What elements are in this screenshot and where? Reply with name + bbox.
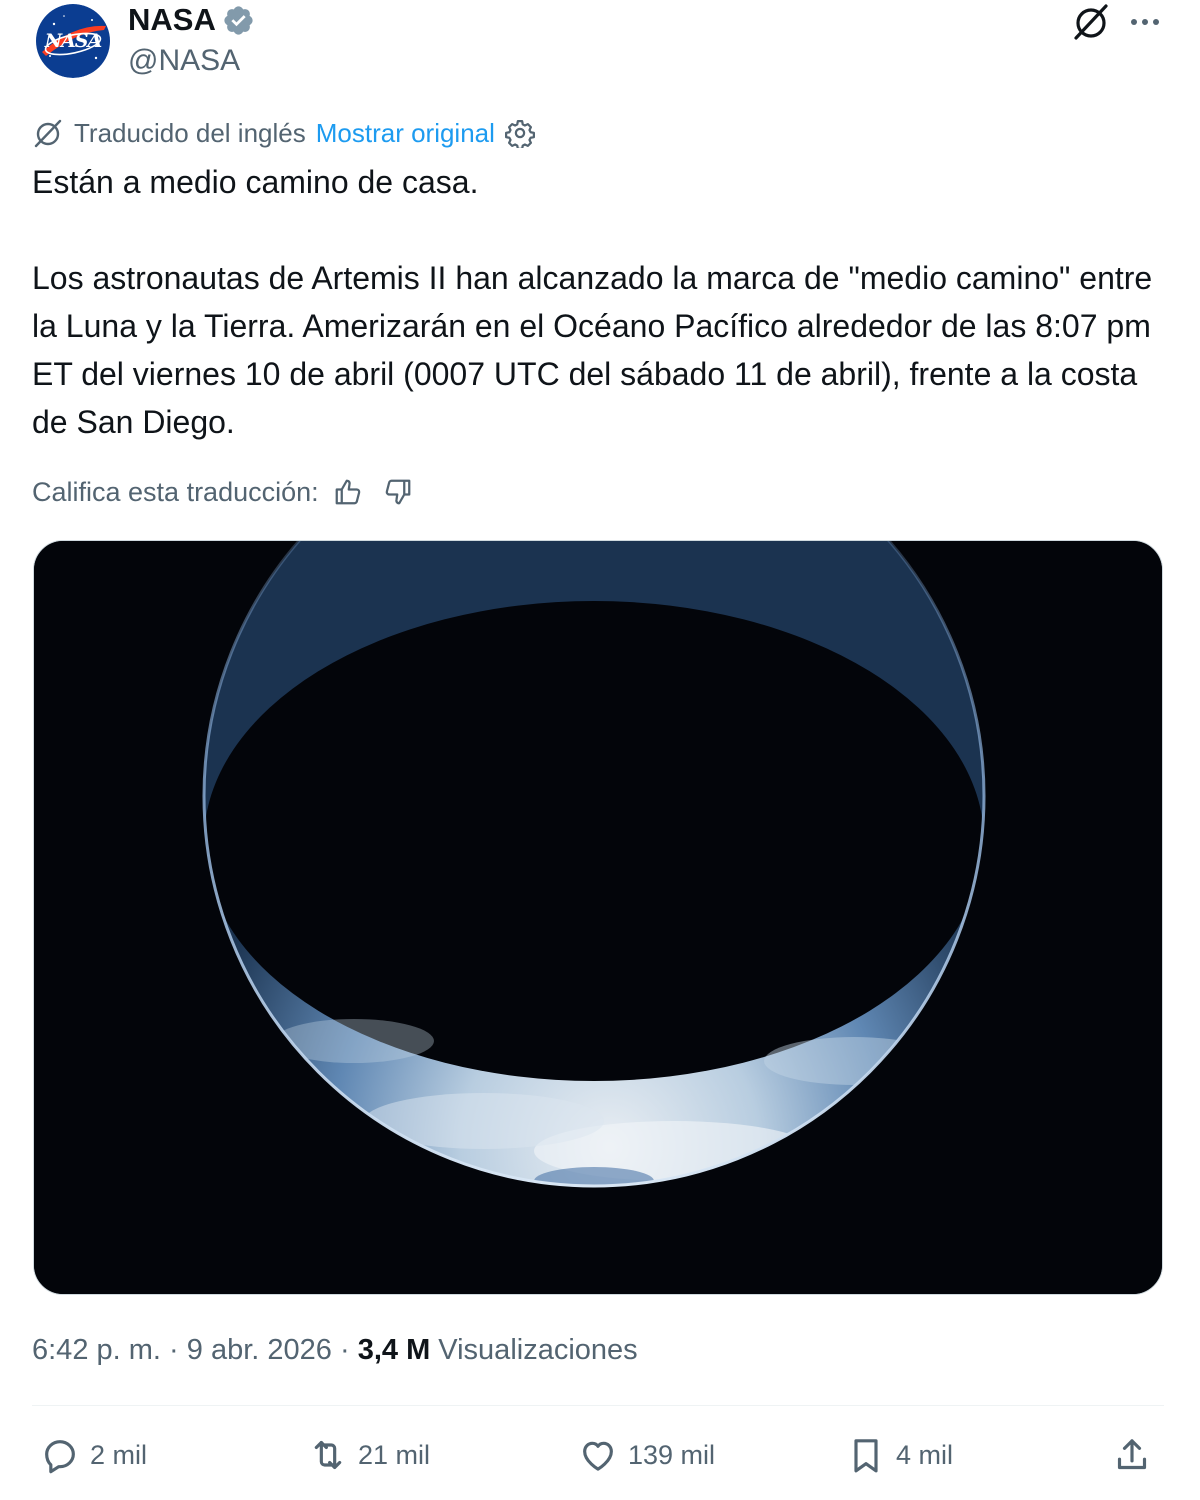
- translated-from-label: Traducido del inglés: [74, 117, 306, 148]
- earth-crescent-illustration: [34, 541, 1162, 1294]
- thumbs-up-icon[interactable]: [333, 477, 363, 507]
- handle[interactable]: @NASA: [128, 44, 240, 78]
- tweet-meta: 6:42 p. m. · 9 abr. 2026 · 3,4 M Visuali…: [32, 1332, 638, 1368]
- tweet-date[interactable]: 9 abr. 2026: [187, 1334, 332, 1366]
- views-count: 3,4 M: [357, 1334, 431, 1366]
- translation-bar: Traducido del inglés Mostrar original: [32, 116, 535, 150]
- heart-icon: [583, 1441, 613, 1471]
- earth-crescent-image[interactable]: [33, 540, 1163, 1295]
- like-count: 139 mil: [628, 1439, 716, 1470]
- views-label: Visualizaciones: [438, 1334, 638, 1366]
- like-button[interactable]: 139 mil: [578, 1430, 715, 1480]
- avatar-text: NASA: [44, 30, 103, 52]
- share-icon: [1117, 1439, 1147, 1470]
- tweet-actions: 2 mil 21 mil 139 mil 4 mil: [32, 1430, 1164, 1480]
- share-button[interactable]: [1112, 1430, 1162, 1480]
- reply-icon: [45, 1440, 75, 1474]
- tweet-text: Están a medio camino de casa. Los astron…: [32, 164, 1153, 440]
- repost-icon: [314, 1440, 342, 1470]
- rate-translation-bar: Califica esta traducción:: [32, 474, 413, 510]
- reply-count: 2 mil: [90, 1439, 148, 1470]
- reply-button[interactable]: 2 mil: [40, 1430, 147, 1480]
- divider: [32, 1405, 1164, 1406]
- more-icon[interactable]: [1124, 2, 1166, 42]
- grok-icon[interactable]: [1070, 2, 1112, 42]
- display-name[interactable]: NASA: [128, 2, 216, 38]
- thumbs-down-icon[interactable]: [383, 477, 413, 507]
- meta-separator: ·: [339, 1334, 350, 1366]
- verified-badge-icon: [224, 5, 253, 35]
- avatar[interactable]: NASA: [34, 4, 112, 78]
- translate-grok-icon: [34, 119, 62, 148]
- tweet-time[interactable]: 6:42 p. m.: [32, 1334, 161, 1366]
- bookmark-icon: [854, 1439, 878, 1473]
- rate-translation-label: Califica esta traducción:: [32, 476, 319, 507]
- repost-count: 21 mil: [358, 1439, 431, 1470]
- tweet-header: NASA NASA @NASA: [0, 0, 1200, 110]
- display-name-row: NASA: [128, 2, 255, 38]
- show-original-link[interactable]: Mostrar original: [316, 118, 495, 149]
- meta-separator: ·: [169, 1334, 179, 1366]
- bookmark-button[interactable]: 4 mil: [846, 1430, 953, 1480]
- repost-button[interactable]: 21 mil: [308, 1430, 430, 1480]
- gear-icon[interactable]: [504, 118, 535, 148]
- bookmark-count: 4 mil: [896, 1439, 954, 1470]
